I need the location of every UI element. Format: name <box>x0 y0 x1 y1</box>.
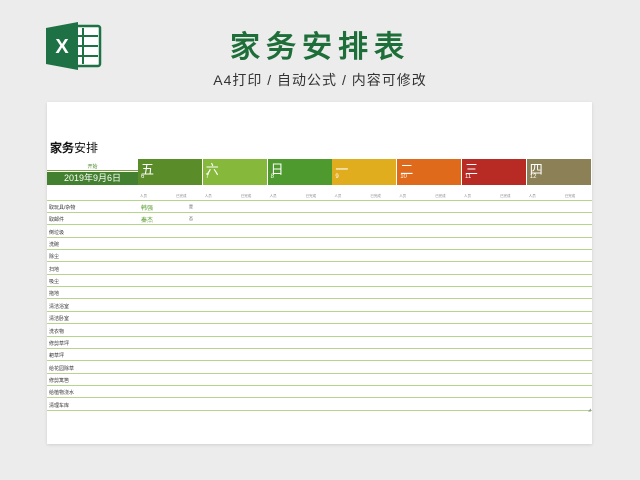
table-row[interactable]: 修剪草坪 <box>47 337 592 349</box>
column-header-done: 已完成 <box>564 194 576 198</box>
task-name: 吸尘 <box>49 279 60 286</box>
table-row[interactable]: 取邮件 秦杰 否 <box>47 213 592 226</box>
column-header-done: 已完成 <box>370 194 381 198</box>
start-date-cell[interactable]: 开始 2019年9月6日 <box>47 159 138 185</box>
task-name: 洗衣物 <box>49 328 65 335</box>
row-divider <box>47 409 592 411</box>
table-row[interactable]: 除尘 <box>47 250 592 263</box>
task-name: 扫地 <box>49 266 60 273</box>
task-name: 取邮件 <box>49 217 65 224</box>
day-header: 三 11 <box>462 159 526 185</box>
day-number: 11 <box>465 174 472 180</box>
day-number: 8 <box>270 174 274 180</box>
header-banner: X 家务安排表 A4打印 / 自动公式 / 内容可修改 <box>0 0 640 100</box>
day-header: 六7 <box>202 159 267 185</box>
start-label: 开始 <box>87 164 98 170</box>
spreadsheet-preview: 家务安排 开始 2019年9月6日 五 6 六 7 日 8 一 9 二 10 三 11 四 12 人员 已完… <box>47 102 592 444</box>
column-header-person: 人员 <box>140 194 147 198</box>
task-name: 清理车库 <box>49 402 70 409</box>
table-row[interactable]: 给植物浇水 <box>47 386 592 399</box>
corner-mark: ◢ <box>587 407 591 412</box>
day-header: 四 12 <box>526 159 591 185</box>
task-name: 拖地 <box>49 291 60 298</box>
table-row[interactable]: 吸尘 <box>47 275 592 288</box>
column-header-person: 人员 <box>464 194 471 198</box>
day-header: 一9 <box>332 159 397 185</box>
done-status[interactable]: 是 <box>189 204 193 210</box>
divider <box>47 170 138 171</box>
page-title: 家务安排表 <box>230 31 410 64</box>
table-row[interactable]: 洗碗 <box>47 238 592 251</box>
table-row[interactable]: 清洁浴室 <box>47 300 592 312</box>
day-header: 五6 <box>138 159 202 185</box>
column-header-done: 已完成 <box>500 194 511 198</box>
start-date-value[interactable]: 2019年9月6日 <box>47 172 138 185</box>
task-name: 倒垃圾 <box>49 229 65 236</box>
assigned-person[interactable]: 韩强 <box>141 203 153 212</box>
page-subtitle: A4打印 / 自动公式 / 内容可修改 <box>213 72 427 88</box>
task-name: 修剪草坪 <box>49 340 70 347</box>
done-status[interactable]: 否 <box>189 216 193 222</box>
table-row[interactable]: 清理车库 <box>47 399 592 411</box>
column-header-done: 已完成 <box>435 194 446 198</box>
sheet-title-rest: 安排 <box>74 141 99 155</box>
column-header-done: 已完成 <box>240 194 252 198</box>
sheet-title: 家务安排 <box>50 139 98 156</box>
column-header-done: 已完成 <box>305 194 317 198</box>
day-number: 12 <box>529 174 537 180</box>
table-row[interactable]: 洗衣物 <box>47 325 592 337</box>
task-name: 取玩具/杂物 <box>49 205 76 211</box>
day-number: 10 <box>400 174 407 180</box>
table-row[interactable]: 倒垃圾 <box>47 226 592 238</box>
column-header-person: 人员 <box>334 194 342 198</box>
table-row[interactable]: 清洁卧室 <box>47 312 592 325</box>
column-header-person: 人员 <box>204 194 212 198</box>
column-header-done: 已完成 <box>176 194 187 198</box>
table-row[interactable]: 修剪篱笆 <box>47 374 592 386</box>
task-name: 给植物浇水 <box>49 390 75 397</box>
task-name: 清洁卧室 <box>49 316 70 323</box>
column-header-person: 人员 <box>399 194 407 198</box>
day-header: 二 10 <box>397 159 462 185</box>
day-number: 6 <box>141 174 145 180</box>
task-name: 清洁浴室 <box>49 303 70 310</box>
day-header: 日8 <box>267 159 332 185</box>
table-row[interactable]: 耙草坪 <box>47 349 592 362</box>
task-name: 洗碗 <box>49 242 60 249</box>
sheet-title-bold: 家务 <box>50 141 75 155</box>
column-header-person: 人员 <box>528 194 536 198</box>
day-number: 7 <box>205 174 210 180</box>
task-name: 除尘 <box>49 254 60 261</box>
day-number: 9 <box>335 174 339 180</box>
table-row[interactable]: 拖地 <box>47 287 592 300</box>
table-row[interactable]: 扫地 <box>47 263 592 275</box>
table-row[interactable]: 给花园除草 <box>47 362 592 374</box>
table-row[interactable]: 取玩具/杂物 韩强 是 <box>47 201 592 213</box>
assigned-person[interactable]: 秦杰 <box>141 215 153 224</box>
task-name: 给花园除草 <box>49 365 75 372</box>
task-name: 修剪篱笆 <box>49 377 70 384</box>
column-header-person: 人员 <box>269 194 277 198</box>
task-name: 耙草坪 <box>49 353 65 360</box>
